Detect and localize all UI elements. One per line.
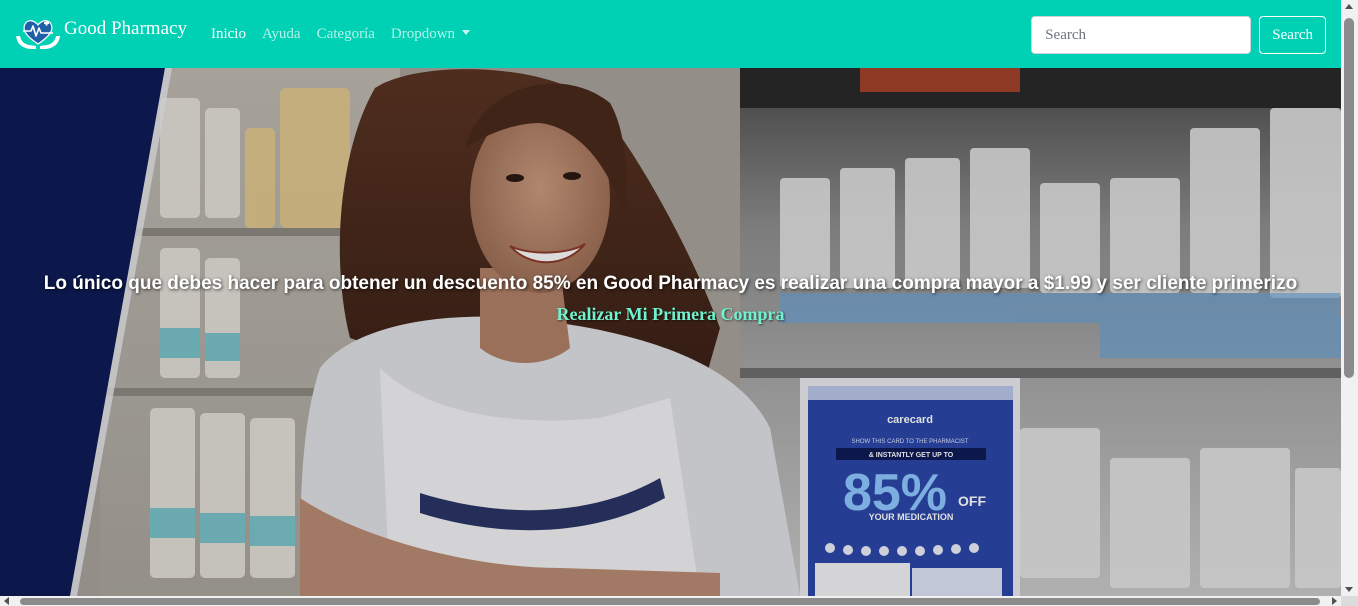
horizontal-scroll-thumb[interactable] (20, 598, 1320, 605)
nav-link-categoria[interactable]: Categoría (317, 26, 375, 43)
scrollbar-corner (1341, 596, 1358, 606)
hero-headline: Lo único que debes hacer para obtener un… (43, 273, 1298, 294)
hero-image: carecard SHOW THIS CARD TO THE PHARMACIS… (0, 68, 1341, 596)
search-input[interactable] (1031, 16, 1252, 54)
vertical-scroll-thumb[interactable] (1344, 18, 1354, 378)
nav-link-ayuda[interactable]: Ayuda (262, 26, 301, 43)
brand[interactable]: Good Pharmacy (14, 14, 187, 54)
nav-link-inicio[interactable]: Inicio (211, 26, 246, 43)
nav-dropdown-toggle[interactable]: Dropdown (390, 25, 471, 43)
hero-banner: carecard SHOW THIS CARD TO THE PHARMACIS… (0, 68, 1341, 596)
horizontal-scrollbar[interactable] (0, 596, 1341, 606)
scroll-left-arrow-icon[interactable] (4, 597, 9, 605)
search-button[interactable]: Search (1259, 16, 1326, 54)
hands-heart-pulse-icon (16, 20, 60, 49)
caret-down-icon (462, 29, 471, 35)
navbar: Good Pharmacy Inicio Ayuda Categoría Dro… (0, 0, 1341, 68)
nav-dropdown-label: Dropdown (390, 25, 456, 42)
scroll-down-arrow-icon[interactable] (1345, 587, 1353, 592)
browser-viewport: Good Pharmacy Inicio Ayuda Categoría Dro… (0, 0, 1341, 596)
search-form: Search (1031, 16, 1326, 54)
scroll-up-arrow-icon[interactable] (1345, 4, 1353, 9)
vertical-scrollbar[interactable] (1341, 0, 1358, 596)
brand-name: Good Pharmacy (64, 18, 187, 39)
nav-links: Inicio Ayuda Categoría Dropdown (211, 26, 486, 43)
scroll-right-arrow-icon[interactable] (1332, 597, 1337, 605)
first-purchase-link[interactable]: Realizar Mi Primera Compra (0, 304, 1341, 325)
